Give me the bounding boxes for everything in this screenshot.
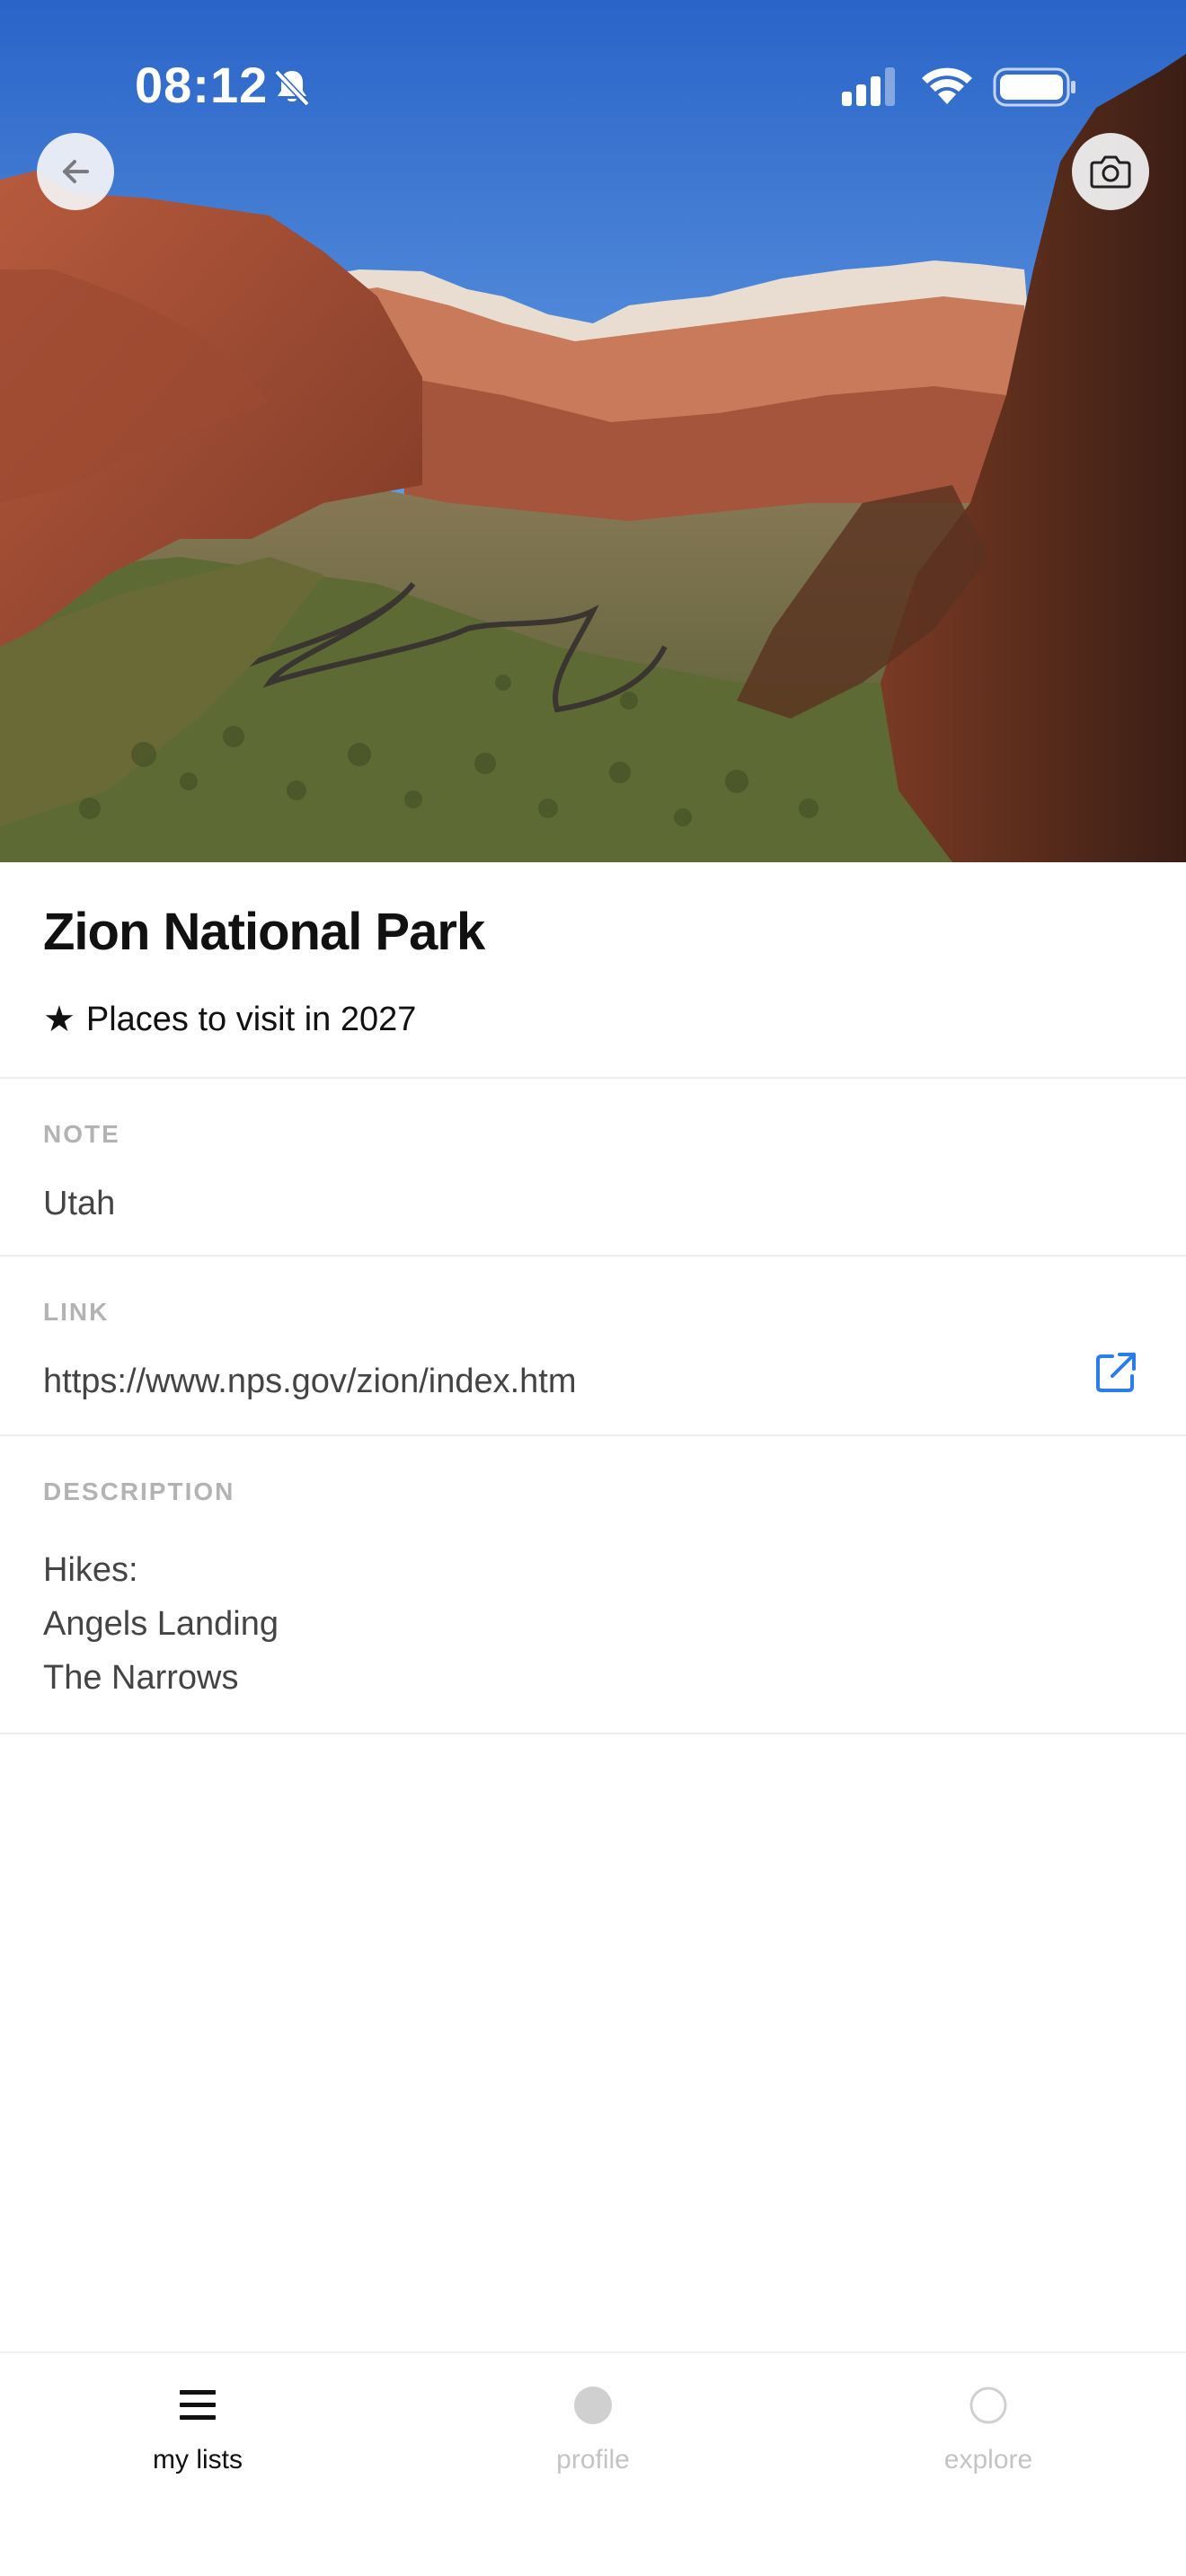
external-link-icon[interactable] xyxy=(1093,1349,1139,1396)
list-name: Places to visit in 2027 xyxy=(85,1000,417,1038)
wifi-icon xyxy=(922,67,972,104)
description-line[interactable]: Hikes: xyxy=(43,1543,138,1597)
status-bar: 08:12 xyxy=(0,0,1186,171)
description-line[interactable]: Angels Landing xyxy=(43,1597,279,1651)
tab-label: profile xyxy=(556,2445,630,2475)
tab-label: my lists xyxy=(153,2445,243,2475)
star-icon: ★ xyxy=(43,1000,75,1039)
change-photo-button[interactable] xyxy=(1072,133,1149,210)
note-label: NOTE xyxy=(43,1120,120,1148)
place-title: Zion National Park xyxy=(43,903,485,961)
link-value[interactable]: https://www.nps.gov/zion/index.htm xyxy=(43,1354,577,1408)
tab-my-lists[interactable]: my lists xyxy=(99,2353,296,2488)
tab-profile[interactable]: profile xyxy=(494,2353,692,2488)
link-label: LINK xyxy=(43,1298,110,1326)
cellular-signal-icon xyxy=(842,67,895,106)
status-time: 08:12 xyxy=(135,57,269,113)
tab-bar: my lists profile explore xyxy=(0,2351,1186,2576)
back-button[interactable] xyxy=(37,133,114,210)
description-label: DESCRIPTION xyxy=(43,1478,235,1505)
filled-circle-icon xyxy=(574,2386,612,2424)
bell-slash-icon xyxy=(274,69,310,107)
tab-explore[interactable]: explore xyxy=(890,2353,1087,2488)
divider xyxy=(0,1733,1186,1734)
arrow-left-icon xyxy=(63,160,89,183)
description-line[interactable]: The Narrows xyxy=(43,1651,239,1705)
camera-icon xyxy=(1090,155,1131,189)
list-icon xyxy=(180,2390,216,2420)
list-membership[interactable]: ★ Places to visit in 2027 xyxy=(43,999,416,1040)
divider xyxy=(0,1255,1186,1257)
divider xyxy=(0,1077,1186,1079)
note-value[interactable]: Utah xyxy=(43,1177,115,1231)
battery-icon xyxy=(993,67,1075,107)
circle-outline-icon xyxy=(969,2386,1007,2424)
divider xyxy=(0,1434,1186,1436)
hero-photo: 08:12 xyxy=(0,0,1186,862)
tab-label: explore xyxy=(943,2445,1033,2475)
